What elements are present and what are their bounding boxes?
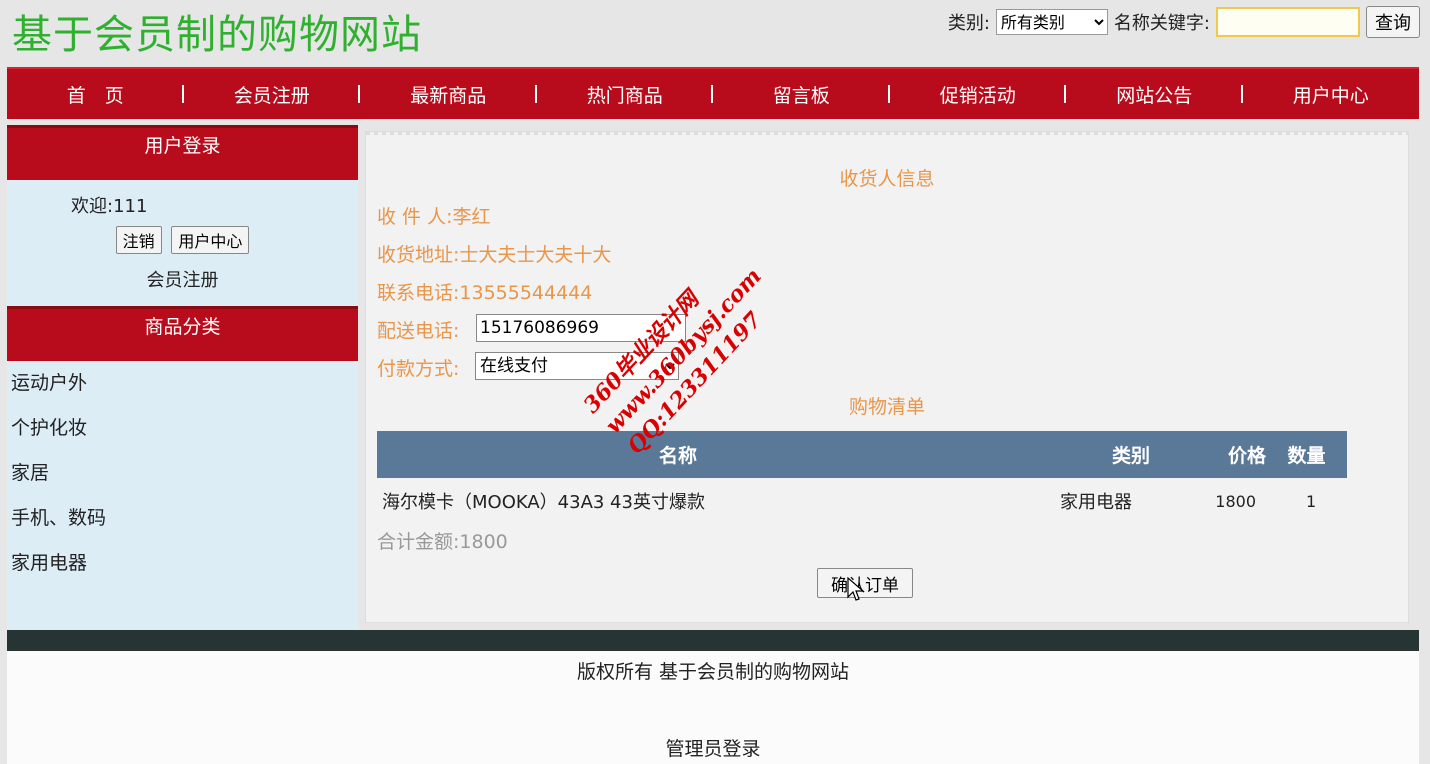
keyword-input[interactable] bbox=[1216, 7, 1360, 37]
receiver-row: 收 件 人:李红 bbox=[377, 202, 491, 229]
item-name: 海尔模卡（MOOKA）43A3 43英寸爆款 bbox=[377, 478, 979, 524]
nav-new-products[interactable]: 最新商品 bbox=[360, 81, 537, 108]
search-button[interactable]: 查询 bbox=[1366, 6, 1420, 38]
address-value: 士大夫士大夫十大 bbox=[459, 244, 612, 266]
search-bar: 类别: 所有类别 名称关键字: 查询 bbox=[948, 6, 1420, 38]
table-row: 海尔模卡（MOOKA）43A3 43英寸爆款 家用电器 1800 1 bbox=[377, 478, 1347, 524]
order-panel: 收货人信息 收 件 人:李红 收货地址:士大夫士大夫十大 联系电话:135555… bbox=[365, 131, 1409, 623]
category-digital[interactable]: 手机、数码 bbox=[7, 496, 358, 541]
main-nav: 首 页 会员注册 最新商品 热门商品 留言板 促销活动 网站公告 用户中心 bbox=[7, 67, 1419, 119]
welcome-label: 欢迎: bbox=[71, 196, 114, 217]
total-label: 合计金额: bbox=[377, 531, 460, 553]
nav-promotions[interactable]: 促销活动 bbox=[890, 81, 1067, 108]
address-label: 收货地址: bbox=[377, 244, 460, 266]
account-buttons: 注销 用户中心 bbox=[7, 226, 358, 254]
nav-register[interactable]: 会员注册 bbox=[184, 81, 361, 108]
category-label: 类别: bbox=[947, 13, 990, 34]
sidebar: 用户登录 欢迎:111 注销 用户中心 会员注册 商品分类 运动户外 个护化妆 … bbox=[7, 125, 358, 630]
payment-select[interactable]: 在线支付 bbox=[475, 352, 679, 380]
nav-home[interactable]: 首 页 bbox=[7, 81, 184, 108]
contact-phone-value: 13555544444 bbox=[459, 282, 593, 304]
contact-phone-row: 联系电话:13555544444 bbox=[377, 278, 592, 305]
username: 111 bbox=[113, 196, 148, 217]
nav-message-board[interactable]: 留言板 bbox=[713, 81, 890, 108]
item-price: 1800 bbox=[1170, 478, 1266, 524]
column-category: 类别 bbox=[979, 431, 1170, 478]
keyword-label: 名称关键字: bbox=[1113, 13, 1210, 34]
logout-button[interactable]: 注销 bbox=[115, 226, 162, 254]
total-value: 1800 bbox=[459, 531, 508, 553]
delivery-phone-label: 配送电话: bbox=[377, 320, 460, 342]
confirm-order-button[interactable]: 确认订单 bbox=[817, 568, 913, 598]
copyright-text: 版权所有 基于会员制的购物网站 bbox=[576, 661, 850, 683]
nav-announcements[interactable]: 网站公告 bbox=[1066, 81, 1243, 108]
delivery-phone-input[interactable] bbox=[476, 314, 686, 342]
payment-label: 付款方式: bbox=[377, 358, 460, 380]
item-quantity: 1 bbox=[1266, 478, 1347, 524]
login-panel-title: 用户登录 bbox=[7, 125, 358, 180]
column-quantity: 数量 bbox=[1266, 431, 1347, 478]
category-appliances[interactable]: 家用电器 bbox=[7, 541, 358, 586]
category-cosmetics[interactable]: 个护化妆 bbox=[7, 406, 358, 451]
nav-hot-products[interactable]: 热门商品 bbox=[537, 81, 714, 108]
welcome-text: 欢迎:111 bbox=[7, 192, 358, 218]
receiver-value: 李红 bbox=[452, 206, 491, 228]
admin-login-link[interactable]: 管理员登录 bbox=[7, 734, 1419, 761]
cart-header-row: 名称 类别 价格 数量 bbox=[377, 431, 1347, 478]
item-category: 家用电器 bbox=[979, 478, 1170, 524]
cart-table: 名称 类别 价格 数量 海尔模卡（MOOKA）43A3 43英寸爆款 家用电器 … bbox=[377, 431, 1347, 524]
user-center-button[interactable]: 用户中心 bbox=[171, 226, 250, 254]
receiver-label: 收 件 人: bbox=[377, 206, 453, 228]
category-panel-title: 商品分类 bbox=[7, 306, 358, 361]
nav-user-center[interactable]: 用户中心 bbox=[1243, 81, 1420, 108]
cart-section-title: 购物清单 bbox=[848, 396, 925, 418]
mouse-cursor-icon bbox=[847, 577, 865, 601]
receiver-section-title: 收货人信息 bbox=[839, 168, 935, 190]
panel-top-border bbox=[366, 132, 1408, 135]
footer: 版权所有 基于会员制的购物网站 管理员登录 bbox=[7, 651, 1419, 764]
category-sports[interactable]: 运动户外 bbox=[7, 361, 358, 406]
column-name: 名称 bbox=[377, 431, 979, 478]
contact-phone-label: 联系电话: bbox=[377, 282, 460, 304]
address-row: 收货地址:士大夫士大夫十大 bbox=[377, 240, 611, 267]
order-total: 合计金额:1800 bbox=[377, 527, 508, 554]
register-link[interactable]: 会员注册 bbox=[7, 266, 358, 292]
category-home[interactable]: 家居 bbox=[7, 451, 358, 496]
site-title: 基于会员制的购物网站 bbox=[12, 12, 422, 58]
footer-bar bbox=[7, 630, 1419, 651]
category-select[interactable]: 所有类别 bbox=[995, 9, 1108, 35]
column-price: 价格 bbox=[1170, 431, 1266, 478]
